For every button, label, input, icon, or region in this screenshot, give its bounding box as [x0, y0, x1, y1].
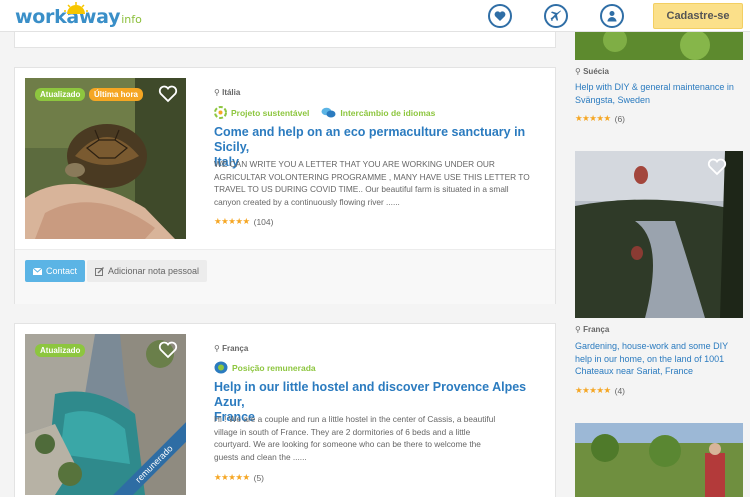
tag-paid-position: Posição remunerada — [214, 361, 316, 374]
sidebar-listings: ⚲ Suécia Help with DIY & general mainten… — [575, 0, 750, 497]
location-pin-icon: ⚲ — [575, 67, 584, 76]
sidebar-rating: ★★★★★ (6) — [575, 113, 625, 124]
sidebar-listing-title[interactable]: Gardening, house-work and some DIY help … — [575, 340, 743, 378]
rating-stars: ★★★★★ — [575, 113, 611, 123]
location-pin-icon: ⚲ — [214, 344, 223, 353]
review-count: (6) — [614, 113, 625, 124]
sidebar-photo[interactable] — [575, 423, 743, 497]
logo-subtext: info — [121, 13, 142, 26]
card-actions: Contact Adicionar nota pessoal — [15, 249, 555, 304]
travel-button[interactable] — [544, 4, 568, 28]
top-header: workaway info Cadastre-se — [0, 0, 750, 32]
favorite-heart-icon[interactable] — [158, 340, 178, 360]
status-badge: Atualizado — [35, 344, 86, 357]
listing-country: ⚲ França — [214, 344, 249, 353]
listing-description: WE CAN WRITE YOU A LETTER THAT YOU ARE W… — [214, 159, 530, 207]
listing-description: Hi ! We are a couple and run a little ho… — [214, 414, 496, 462]
speech-bubbles-icon — [321, 107, 336, 117]
listing-tags: Posição remunerada — [214, 361, 316, 374]
listings-column: Atualizado Última hora ⚲ Itália Projeto … — [14, 0, 556, 497]
account-button[interactable] — [600, 4, 624, 28]
listing-photo[interactable]: Atualizado Última hora — [25, 78, 186, 239]
favorites-button[interactable] — [488, 4, 512, 28]
location-pin-icon: ⚲ — [575, 325, 584, 334]
plane-icon — [550, 10, 561, 21]
last-minute-badge: Última hora — [89, 88, 144, 101]
rating-stars: ★★★★★ — [214, 216, 250, 226]
contact-button[interactable]: Contact — [25, 260, 85, 282]
sun-icon — [64, 2, 88, 14]
listing-rating: ★★★★★ (5) — [214, 472, 264, 483]
user-icon — [607, 11, 617, 22]
listing-card: Atualizado remunerado ⚲ França Posição r… — [14, 323, 556, 497]
listing-rating: ★★★★★ (104) — [214, 216, 273, 227]
listing-tags: Projeto sustentável Intercâmbio de idiom… — [214, 106, 435, 119]
sidebar-photo[interactable] — [575, 151, 743, 318]
workaway-logo[interactable]: workaway info — [15, 2, 142, 30]
review-count: (104) — [253, 216, 274, 227]
sidebar-country: ⚲ França — [575, 325, 610, 334]
garden-photo — [575, 423, 743, 497]
review-count: (5) — [253, 472, 264, 483]
rating-stars: ★★★★★ — [214, 472, 250, 482]
listing-card: Atualizado Última hora ⚲ Itália Projeto … — [14, 67, 556, 304]
envelope-icon — [32, 267, 42, 275]
location-pin-icon: ⚲ — [214, 88, 223, 97]
listing-photo[interactable]: Atualizado remunerado — [25, 334, 186, 495]
listing-country: ⚲ Itália — [214, 88, 241, 97]
heart-icon — [494, 11, 506, 21]
sidebar-country: ⚲ Suécia — [575, 67, 609, 76]
edit-icon — [95, 266, 104, 276]
signup-button[interactable]: Cadastre-se — [653, 3, 743, 29]
tag-sustainable: Projeto sustentável — [214, 106, 309, 119]
favorite-heart-icon[interactable] — [707, 157, 727, 177]
paid-position-icon — [214, 361, 228, 374]
status-badge: Atualizado — [35, 88, 86, 101]
sustainable-icon — [214, 106, 227, 119]
rating-stars: ★★★★★ — [575, 385, 611, 395]
sidebar-rating: ★★★★★ (4) — [575, 385, 625, 396]
sidebar-listing-title[interactable]: Help with DIY & general maintenance in S… — [575, 81, 743, 106]
add-note-button[interactable]: Adicionar nota pessoal — [87, 260, 208, 282]
review-count: (4) — [614, 385, 625, 396]
tag-language-exchange: Intercâmbio de idiomas — [321, 107, 435, 119]
favorite-heart-icon[interactable] — [158, 84, 178, 104]
